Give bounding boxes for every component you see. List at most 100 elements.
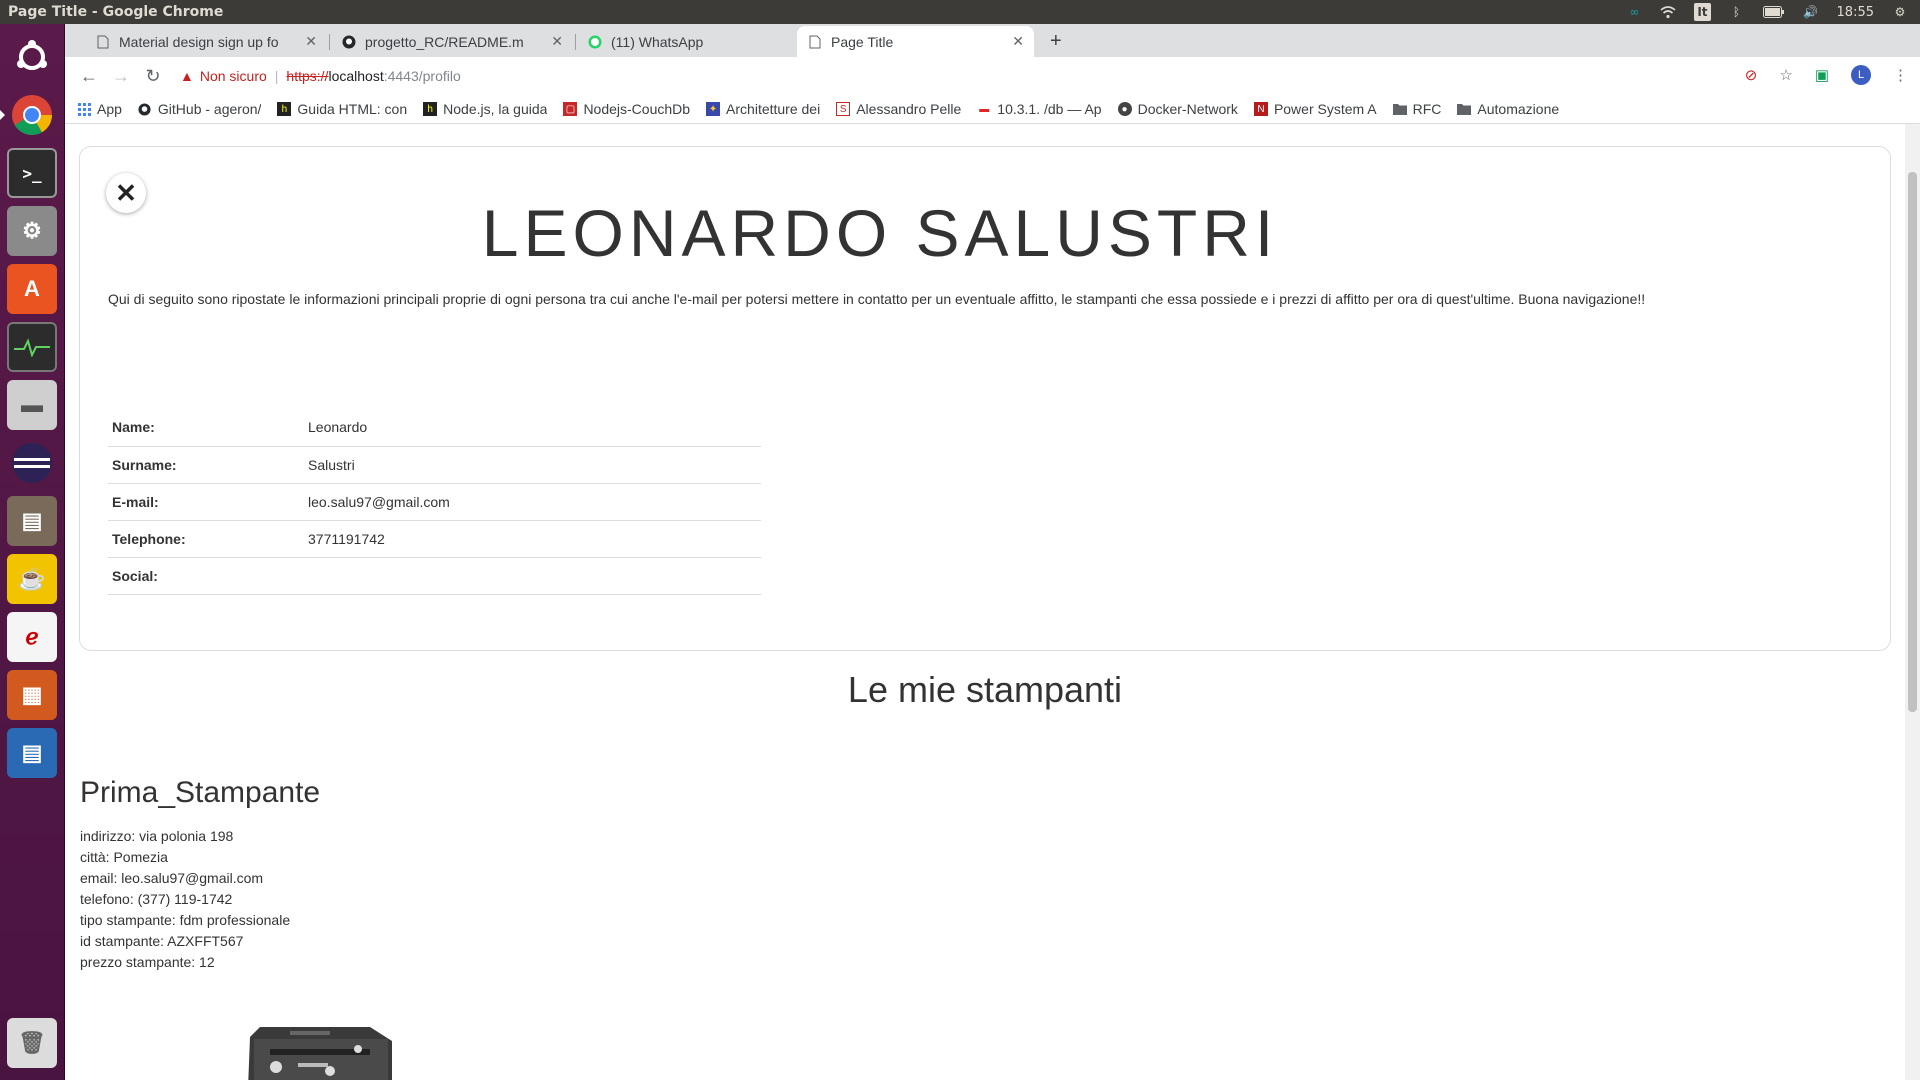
close-tab-icon[interactable]: ✕	[305, 33, 317, 50]
ubuntu-dash-icon[interactable]	[7, 32, 57, 82]
impress-icon[interactable]: ▦	[7, 670, 57, 720]
eclipse-icon[interactable]	[7, 438, 57, 488]
folder-icon	[1392, 102, 1407, 116]
battery-icon[interactable]	[1762, 4, 1785, 20]
address-bar[interactable]: ▲ Non sicuro | https:// localhost :4443/…	[180, 61, 1760, 91]
software-center-icon[interactable]: A	[7, 264, 57, 314]
bookmark-red-icon: ▢	[563, 102, 578, 116]
bookmark-docker-network[interactable]: ● Docker-Network	[1117, 101, 1238, 117]
field-label: Surname:	[108, 446, 304, 484]
bookmark-colorful-icon: ✦	[706, 102, 721, 116]
field-value-email: leo.salu97@gmail.com	[304, 483, 761, 521]
bookmark-guida-html[interactable]: h Guida HTML: con	[277, 101, 407, 117]
tab-progetto-readme[interactable]: progetto_RC/README.m ✕	[331, 26, 573, 57]
page-icon	[95, 34, 111, 50]
browser-toolbar: ← → ↻ ▲ Non sicuro | https:// localhost …	[65, 57, 1920, 95]
warning-icon[interactable]: ▲	[180, 68, 194, 84]
bookmark-alessandro[interactable]: S Alessandro Pelle	[836, 101, 961, 117]
file-manager-icon[interactable]: ▤	[7, 496, 57, 546]
chrome-launcher-icon[interactable]	[0, 90, 57, 140]
writer-icon[interactable]: ▤	[7, 728, 57, 778]
tab-strip: Material design sign up fo ✕ progetto_RC…	[65, 24, 1920, 57]
disk-icon[interactable]: ▬	[7, 380, 57, 430]
printer-detail-address: indirizzo: via polonia 198	[80, 828, 234, 844]
clock[interactable]: 18:55	[1837, 5, 1874, 20]
tab-page-title[interactable]: Page Title ✕	[797, 26, 1034, 57]
field-value-telephone: 3771191742	[304, 520, 761, 558]
volume-icon[interactable]: 🔊	[1803, 4, 1819, 20]
printer-detail-phone: telefono: (377) 119-1742	[80, 891, 233, 907]
keyboard-layout-indicator[interactable]: It	[1694, 3, 1711, 21]
github-icon	[341, 34, 357, 50]
reload-button[interactable]: ↻	[137, 60, 169, 92]
new-tab-button[interactable]: +	[1050, 30, 1062, 53]
page-viewport: ✕ LEONARDO SALUSTRI Qui di seguito sono …	[65, 124, 1905, 1080]
table-row: Social:	[108, 557, 761, 595]
url-path: :4443/profilo	[383, 68, 461, 84]
system-settings-icon[interactable]: ⚙	[7, 206, 57, 256]
printer-detail-id: id stampante: AZXFFT567	[80, 933, 244, 949]
window-title: Page Title - Google Chrome	[8, 4, 224, 20]
field-value-social	[304, 557, 761, 595]
extension-icon[interactable]: ▣	[1815, 66, 1829, 84]
apps-grid-icon	[77, 102, 91, 116]
close-tab-icon[interactable]: ✕	[1012, 33, 1024, 50]
html-it-icon: h	[277, 102, 292, 116]
system-tray: ∞ It ᛒ 🔊 18:55 ⚙	[1626, 3, 1920, 21]
system-top-panel: Page Title - Google Chrome ∞ It ᛒ 🔊 18:5…	[0, 0, 1920, 24]
table-row: Telephone: 3771191742	[108, 520, 761, 558]
printer-image	[180, 1019, 410, 1080]
launcher: >_ ⚙ A ▬ ▤ ☕ ℯ ▦ ▤ 🗑	[0, 24, 65, 1080]
bluetooth-icon[interactable]: ᛒ	[1729, 4, 1745, 20]
page-scrollbar[interactable]	[1905, 124, 1920, 1080]
bookmark-github-ageron[interactable]: GitHub - ageron/	[138, 101, 261, 117]
field-label: Telephone:	[108, 520, 304, 558]
wifi-icon[interactable]	[1660, 4, 1676, 20]
table-row: Surname: Salustri	[108, 446, 761, 484]
page-icon	[807, 34, 823, 50]
bookmark-architetture[interactable]: ✦ Architetture dei	[706, 101, 820, 117]
whatsapp-icon	[587, 34, 603, 50]
gear-icon[interactable]: ⚙	[1892, 4, 1908, 20]
system-monitor-icon[interactable]	[7, 322, 57, 372]
trash-icon[interactable]: 🗑	[7, 1018, 57, 1068]
couchdb-icon: ▬	[979, 103, 990, 115]
printers-section-title: Le mie stampanti	[847, 669, 1123, 710]
bookmark-power-system[interactable]: N Power System A	[1253, 101, 1377, 117]
table-row: Name: Leonardo	[108, 409, 761, 447]
bookmark-db-apache[interactable]: ▬ 10.3.1. /db — Ap	[977, 101, 1101, 117]
profile-avatar[interactable]: L	[1851, 65, 1871, 85]
bookmark-red-icon: N	[1253, 102, 1268, 116]
profile-description: Qui di seguito sono ripostate le informa…	[108, 291, 1646, 307]
bookmark-folder-automazione[interactable]: Automazione	[1457, 101, 1559, 117]
blocked-content-icon[interactable]: ⊘	[1745, 66, 1758, 84]
star-icon[interactable]: ☆	[1779, 66, 1792, 84]
url-scheme: https://	[286, 68, 329, 84]
printer-detail-city: città: Pomezia	[80, 849, 168, 865]
profile-card: ✕ LEONARDO SALUSTRI Qui di seguito sono …	[79, 146, 1891, 651]
field-value-name: Leonardo	[304, 409, 761, 447]
html-it-icon: h	[423, 102, 438, 116]
bookmark-nodejs-couchdb[interactable]: ▢ Nodejs-CouchDb	[563, 101, 690, 117]
arduino-icon[interactable]: ∞	[1626, 4, 1642, 20]
bookmark-folder-rfc[interactable]: RFC	[1392, 101, 1441, 117]
printer-name: Prima_Stampante	[80, 776, 321, 809]
back-button[interactable]: ←	[73, 60, 105, 92]
pdf-reader-icon[interactable]: ℯ	[7, 612, 57, 662]
bookmark-nodejs-guida[interactable]: h Node.js, la guida	[423, 101, 547, 117]
bookmark-s-icon: S	[836, 102, 851, 116]
scrollbar-thumb[interactable]	[1908, 172, 1917, 712]
tab-material-design[interactable]: Material design sign up fo ✕	[85, 26, 327, 57]
menu-icon[interactable]: ⋮	[1893, 66, 1908, 84]
security-label[interactable]: Non sicuro	[200, 68, 267, 84]
printer-detail-type: tipo stampante: fdm professionale	[80, 912, 291, 928]
teapot-app-icon[interactable]: ☕	[7, 554, 57, 604]
tab-whatsapp[interactable]: (11) WhatsApp ✕	[577, 26, 819, 57]
forward-button[interactable]: →	[105, 60, 137, 92]
field-label: Social:	[108, 557, 304, 595]
close-tab-icon[interactable]: ✕	[551, 33, 563, 50]
field-label: Name:	[108, 409, 304, 447]
terminal-icon[interactable]: >_	[7, 148, 57, 198]
printer-details: indirizzo: via polonia 198 città: Pomezi…	[80, 826, 290, 973]
bookmark-apps[interactable]: App	[77, 101, 122, 117]
